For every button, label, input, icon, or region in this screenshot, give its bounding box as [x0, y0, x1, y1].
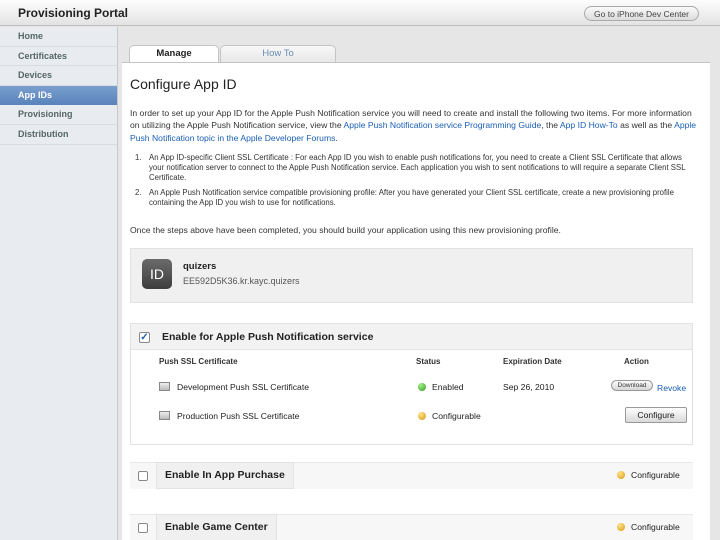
- feature-label: Enable In App Purchase: [156, 462, 294, 489]
- portal-title: Provisioning Portal: [18, 6, 129, 20]
- game-center-row: Enable Game Center Configurable: [130, 514, 693, 540]
- table-row: Development Push SSL Certificate Enabled…: [131, 374, 692, 402]
- certificate-icon: [159, 411, 170, 420]
- feature-status: Configurable: [631, 470, 680, 480]
- push-section-title: Enable for Apple Push Notification servi…: [162, 331, 374, 343]
- tab-manage[interactable]: Manage: [129, 45, 219, 63]
- feature-label: Enable Game Center: [156, 514, 277, 540]
- after-steps-text: Once the steps above have been completed…: [130, 225, 561, 235]
- intro-paragraph: In order to set up your App ID for the A…: [130, 107, 698, 144]
- column-header-action: Action: [624, 357, 649, 366]
- certificate-name: Production Push SSL Certificate: [177, 411, 300, 421]
- status-enabled-icon: [418, 383, 426, 391]
- push-notification-section: ✓ Enable for Apple Push Notification ser…: [130, 323, 693, 445]
- app-id-icon: ID: [142, 259, 172, 289]
- feature-status: Configurable: [631, 522, 680, 532]
- steps-list: 1. An App ID-specific Client SSL Certifi…: [135, 153, 695, 212]
- sidebar-item-home[interactable]: Home: [0, 27, 117, 47]
- sidebar-item-certificates[interactable]: Certificates: [0, 47, 117, 67]
- status-text: Configurable: [432, 411, 481, 421]
- status-text: Enabled: [432, 382, 464, 392]
- enable-push-checkbox[interactable]: ✓: [139, 332, 150, 343]
- sidebar-item-distribution[interactable]: Distribution: [0, 125, 117, 145]
- column-header-cert: Push SSL Certificate: [159, 357, 238, 366]
- main-content: Manage How To Configure App ID In order …: [118, 27, 714, 540]
- app-id-how-to-link[interactable]: App ID How-To: [560, 120, 618, 130]
- intro-text-3: as well as the: [617, 120, 675, 131]
- certificate-name: Development Push SSL Certificate: [177, 382, 309, 392]
- step-text: An Apple Push Notification service compa…: [149, 187, 674, 207]
- push-section-header: ✓ Enable for Apple Push Notification ser…: [131, 324, 692, 350]
- certificate-icon: [159, 382, 170, 391]
- step-number: 1.: [135, 153, 142, 162]
- sidebar-item-devices[interactable]: Devices: [0, 66, 117, 86]
- table-row: Production Push SSL Certificate Configur…: [131, 403, 692, 431]
- app-id-name: quizers: [183, 261, 217, 272]
- top-header: Provisioning Portal Go to iPhone Dev Cen…: [0, 0, 720, 26]
- configure-button[interactable]: Configure: [625, 407, 687, 423]
- go-to-dev-center-button[interactable]: Go to iPhone Dev Center: [584, 6, 699, 21]
- expiration-date: Sep 26, 2010: [503, 382, 555, 392]
- list-item: 2. An Apple Push Notification service co…: [135, 188, 695, 208]
- column-header-expiration: Expiration Date: [503, 357, 562, 366]
- intro-text-4: .: [335, 132, 338, 143]
- page-title: Configure App ID: [130, 76, 237, 92]
- sidebar: Home Certificates Devices App IDs Provis…: [0, 27, 118, 540]
- intro-text-2: , the: [541, 120, 560, 131]
- in-app-purchase-row: Enable In App Purchase Configurable: [130, 462, 693, 489]
- list-item: 1. An App ID-specific Client SSL Certifi…: [135, 153, 695, 184]
- step-text: An App ID-specific Client SSL Certificat…: [149, 153, 686, 183]
- configure-panel: Configure App ID In order to set up your…: [122, 62, 710, 540]
- enable-in-app-purchase-checkbox[interactable]: [138, 471, 148, 481]
- revoke-link[interactable]: Revoke: [657, 383, 686, 393]
- tab-how-to[interactable]: How To: [220, 45, 336, 62]
- column-header-status: Status: [416, 357, 441, 366]
- status-configurable-icon: [617, 523, 625, 531]
- download-button[interactable]: Download: [611, 380, 653, 391]
- app-id-bundle: EE592D5K36.kr.kayc.quizers: [183, 276, 300, 286]
- sidebar-item-app-ids[interactable]: App IDs: [0, 85, 117, 106]
- sidebar-item-provisioning[interactable]: Provisioning: [0, 105, 117, 125]
- apns-programming-guide-link[interactable]: Apple Push Notification service Programm…: [344, 120, 542, 130]
- status-configurable-icon: [617, 471, 625, 479]
- enable-game-center-checkbox[interactable]: [138, 523, 148, 533]
- status-configurable-icon: [418, 412, 426, 420]
- app-id-summary: ID quizers EE592D5K36.kr.kayc.quizers: [130, 248, 693, 303]
- step-number: 2.: [135, 187, 142, 197]
